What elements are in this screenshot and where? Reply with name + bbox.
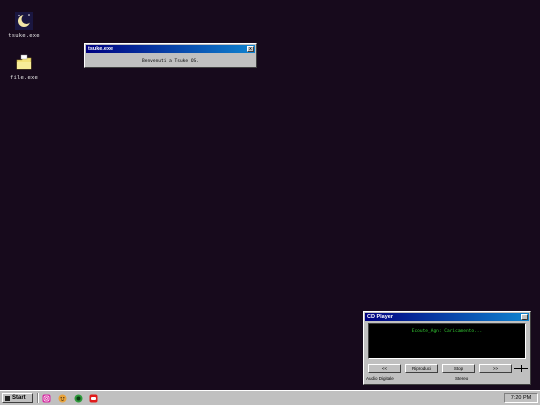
cd-player-window: CD Player _ Ecoute_Agn: Caricamento... <… (363, 311, 531, 385)
cd-player-titlebar[interactable]: CD Player _ (365, 313, 529, 321)
desktop-icon-file[interactable]: file.exe (6, 54, 42, 81)
windows-logo-icon (5, 395, 10, 401)
cd-controls: << Riproduci Stop >> (368, 364, 530, 373)
instagram-icon[interactable] (42, 394, 51, 403)
folder-icon (16, 54, 32, 70)
next-button[interactable]: >> (479, 364, 512, 373)
start-button[interactable]: Start (2, 393, 33, 403)
cd-display: Ecoute_Agn: Caricamento... (368, 323, 526, 359)
face-icon[interactable] (58, 394, 67, 403)
desktop-icon-label: file.exe (9, 75, 39, 81)
dialog-titlebar[interactable]: tsuke.exe x (86, 45, 255, 53)
previous-button[interactable]: << (368, 364, 401, 373)
play-button[interactable]: Riproduci (405, 364, 438, 373)
taskbar: Start 7:20 PM (0, 390, 540, 405)
minimize-button[interactable]: _ (521, 314, 528, 320)
red-app-icon[interactable] (89, 394, 98, 403)
volume-slider-knob[interactable] (521, 365, 522, 372)
start-label: Start (12, 395, 26, 401)
desktop-icon-label: tsuke.exe (8, 33, 40, 39)
status-stereo: Stereo (455, 376, 469, 381)
moon-icon (15, 12, 33, 30)
close-button[interactable]: x (247, 46, 254, 52)
desktop-icon-tsuke[interactable]: tsuke.exe (6, 12, 42, 39)
green-app-icon[interactable] (74, 394, 83, 403)
welcome-dialog: tsuke.exe x Benvenuti a Tsuke OS. (84, 43, 257, 68)
stop-button[interactable]: Stop (442, 364, 475, 373)
dialog-message: Benvenuti a Tsuke OS. (142, 59, 199, 64)
taskbar-clock[interactable]: 7:20 PM (504, 393, 538, 403)
taskbar-separator (37, 393, 39, 403)
cd-player-title: CD Player (367, 314, 393, 320)
status-audio: Audio Digitale (366, 376, 394, 381)
dialog-title: tsuke.exe (88, 46, 114, 52)
